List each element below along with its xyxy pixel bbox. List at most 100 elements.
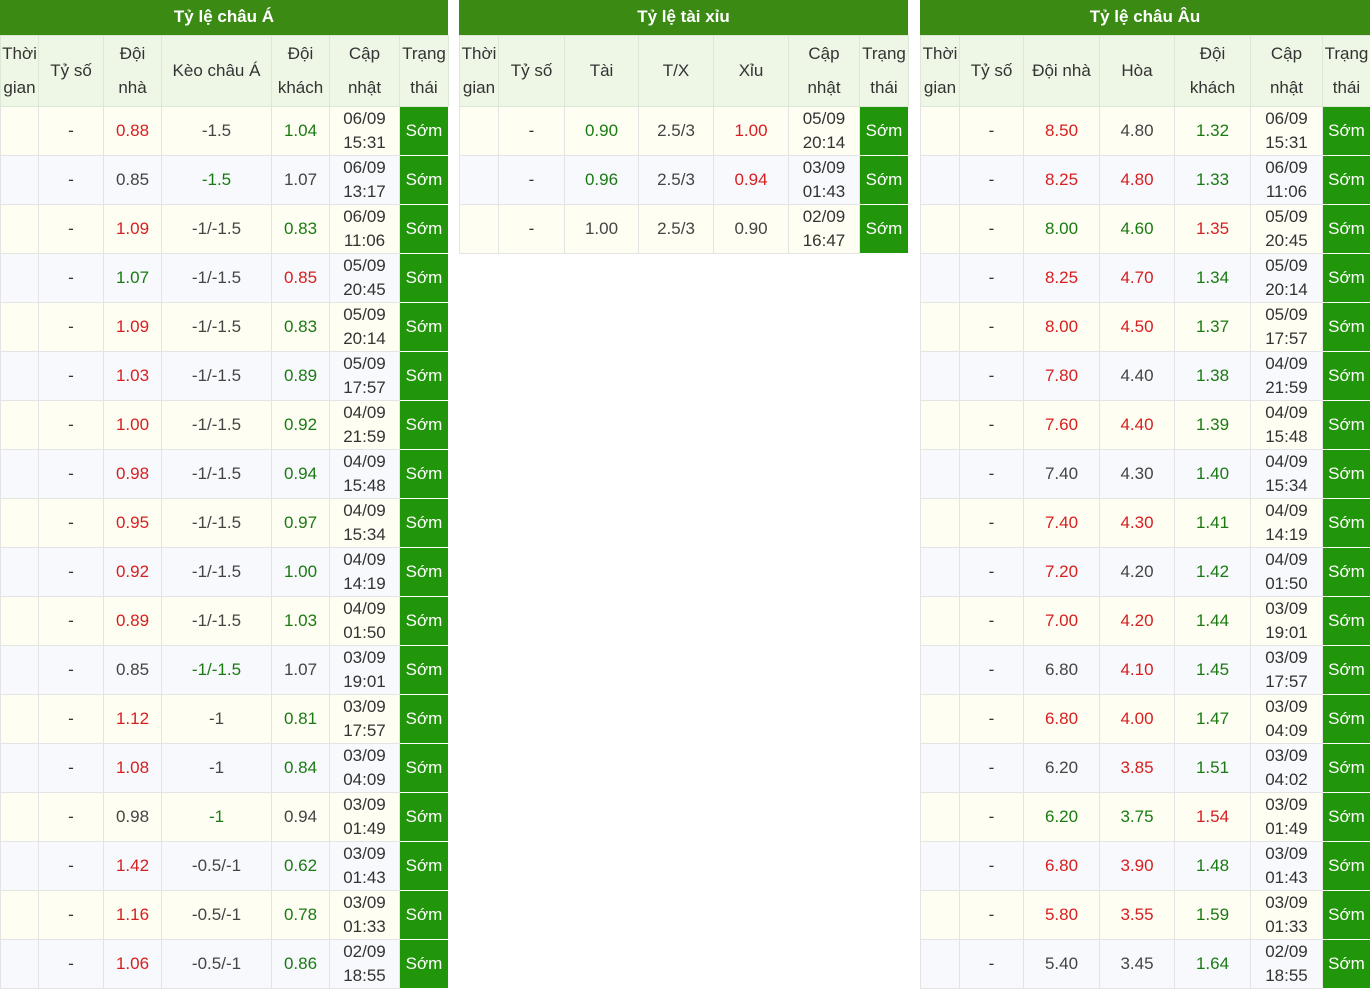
- score-cell: -: [960, 303, 1024, 352]
- table-row: -1.16-0.5/-10.7803/09 01:33Sớm: [1, 891, 449, 940]
- status-badge: Sớm: [1323, 401, 1370, 450]
- home-odds-cell: 1.09: [104, 303, 162, 352]
- updated-cell: 03/09 01:33: [330, 891, 400, 940]
- updated-cell: 02/09 18:55: [330, 940, 400, 989]
- updated-cell: 03/09 01:43: [1251, 842, 1323, 891]
- home-odds-cell: 1.00: [104, 401, 162, 450]
- score-cell: -: [39, 254, 104, 303]
- time-cell: [1, 597, 39, 646]
- draw-odds-cell: 4.40: [1100, 352, 1175, 401]
- overunder-odds-panel: Tỷ lệ tài xỉu Thời gian Tỷ số Tài T/X Xỉ…: [459, 0, 908, 254]
- table-row: -1.07-1/-1.50.8505/09 20:45Sớm: [1, 254, 449, 303]
- draw-odds-cell: 4.30: [1100, 450, 1175, 499]
- handicap-cell: -1.5: [162, 156, 272, 205]
- home-odds-cell: 0.89: [104, 597, 162, 646]
- table-row: -0.92-1/-1.51.0004/09 14:19Sớm: [1, 548, 449, 597]
- home-odds-cell: 1.03: [104, 352, 162, 401]
- handicap-cell: -1/-1.5: [162, 646, 272, 695]
- table-row: -1.08-10.8403/09 04:09Sớm: [1, 744, 449, 793]
- table-row: -6.803.901.4803/09 01:43Sớm: [921, 842, 1370, 891]
- time-cell: [1, 254, 39, 303]
- time-cell: [1, 793, 39, 842]
- draw-odds-cell: 4.00: [1100, 695, 1175, 744]
- away-odds-cell: 0.81: [272, 695, 330, 744]
- status-badge: Sớm: [400, 205, 449, 254]
- draw-odds-cell: 4.20: [1100, 597, 1175, 646]
- col-status: Trạng thái: [1323, 36, 1370, 107]
- draw-odds-cell: 4.20: [1100, 548, 1175, 597]
- handicap-cell: -1/-1.5: [162, 352, 272, 401]
- home-odds-cell: 7.60: [1024, 401, 1100, 450]
- table-row: -7.404.301.4104/09 14:19Sớm: [921, 499, 1370, 548]
- updated-cell: 05/09 17:57: [330, 352, 400, 401]
- handicap-cell: -0.5/-1: [162, 842, 272, 891]
- col-under: Xỉu: [714, 36, 789, 107]
- home-odds-cell: 1.09: [104, 205, 162, 254]
- asian-odds-panel: Tỷ lệ châu Á Thời gian Tỷ số Đội nhà Kèo…: [0, 0, 448, 989]
- away-odds-cell: 1.44: [1175, 597, 1251, 646]
- time-cell: [921, 548, 960, 597]
- status-badge: Sớm: [1323, 107, 1370, 156]
- updated-cell: 04/09 21:59: [330, 401, 400, 450]
- col-score: Tỷ số: [39, 36, 104, 107]
- status-badge: Sớm: [400, 254, 449, 303]
- overunder-odds-table: Thời gian Tỷ số Tài T/X Xỉu Cập nhật Trạ…: [459, 35, 909, 254]
- updated-cell: 06/09 13:17: [330, 156, 400, 205]
- away-odds-cell: 1.51: [1175, 744, 1251, 793]
- updated-cell: 04/09 01:50: [1251, 548, 1323, 597]
- asian-odds-title: Tỷ lệ châu Á: [0, 0, 448, 35]
- status-badge: Sớm: [1323, 303, 1370, 352]
- col-home: Đội nhà: [1024, 36, 1100, 107]
- over-odds-cell: 0.90: [565, 107, 639, 156]
- draw-odds-cell: 4.60: [1100, 205, 1175, 254]
- draw-odds-cell: 4.70: [1100, 254, 1175, 303]
- time-cell: [921, 254, 960, 303]
- table-row: -7.204.201.4204/09 01:50Sớm: [921, 548, 1370, 597]
- score-cell: -: [960, 744, 1024, 793]
- away-odds-cell: 0.84: [272, 744, 330, 793]
- score-cell: -: [39, 744, 104, 793]
- updated-cell: 03/09 04:02: [1251, 744, 1323, 793]
- table-row: -6.203.751.5403/09 01:49Sớm: [921, 793, 1370, 842]
- draw-odds-cell: 4.50: [1100, 303, 1175, 352]
- updated-cell: 03/09 01:33: [1251, 891, 1323, 940]
- time-cell: [921, 107, 960, 156]
- status-badge: Sớm: [1323, 695, 1370, 744]
- col-score: Tỷ số: [960, 36, 1024, 107]
- asian-odds-table: Thời gian Tỷ số Đội nhà Kèo châu Á Đội k…: [0, 35, 449, 989]
- updated-cell: 03/09 01:49: [1251, 793, 1323, 842]
- updated-cell: 03/09 04:09: [1251, 695, 1323, 744]
- updated-cell: 04/09 21:59: [1251, 352, 1323, 401]
- score-cell: -: [39, 352, 104, 401]
- table-row: -1.42-0.5/-10.6203/09 01:43Sớm: [1, 842, 449, 891]
- overunder-odds-title: Tỷ lệ tài xỉu: [459, 0, 908, 35]
- handicap-cell: -1: [162, 744, 272, 793]
- away-odds-cell: 1.41: [1175, 499, 1251, 548]
- score-cell: -: [499, 156, 565, 205]
- status-badge: Sớm: [400, 156, 449, 205]
- time-cell: [1, 401, 39, 450]
- home-odds-cell: 7.40: [1024, 499, 1100, 548]
- home-odds-cell: 6.20: [1024, 744, 1100, 793]
- col-updated: Cập nhật: [330, 36, 400, 107]
- col-draw: Hòa: [1100, 36, 1175, 107]
- time-cell: [1, 891, 39, 940]
- score-cell: -: [39, 303, 104, 352]
- table-row: -6.203.851.5103/09 04:02Sớm: [921, 744, 1370, 793]
- time-cell: [1, 352, 39, 401]
- status-badge: Sớm: [1323, 548, 1370, 597]
- score-cell: -: [499, 205, 565, 254]
- away-odds-cell: 1.00: [272, 548, 330, 597]
- updated-cell: 03/09 17:57: [330, 695, 400, 744]
- score-cell: -: [39, 793, 104, 842]
- col-status: Trạng thái: [400, 36, 449, 107]
- table-row: -1.03-1/-1.50.8905/09 17:57Sớm: [1, 352, 449, 401]
- score-cell: -: [39, 695, 104, 744]
- status-badge: Sớm: [860, 205, 909, 254]
- home-odds-cell: 1.12: [104, 695, 162, 744]
- score-cell: -: [39, 548, 104, 597]
- status-badge: Sớm: [400, 597, 449, 646]
- score-cell: -: [960, 793, 1024, 842]
- home-odds-cell: 0.95: [104, 499, 162, 548]
- status-badge: Sớm: [400, 940, 449, 989]
